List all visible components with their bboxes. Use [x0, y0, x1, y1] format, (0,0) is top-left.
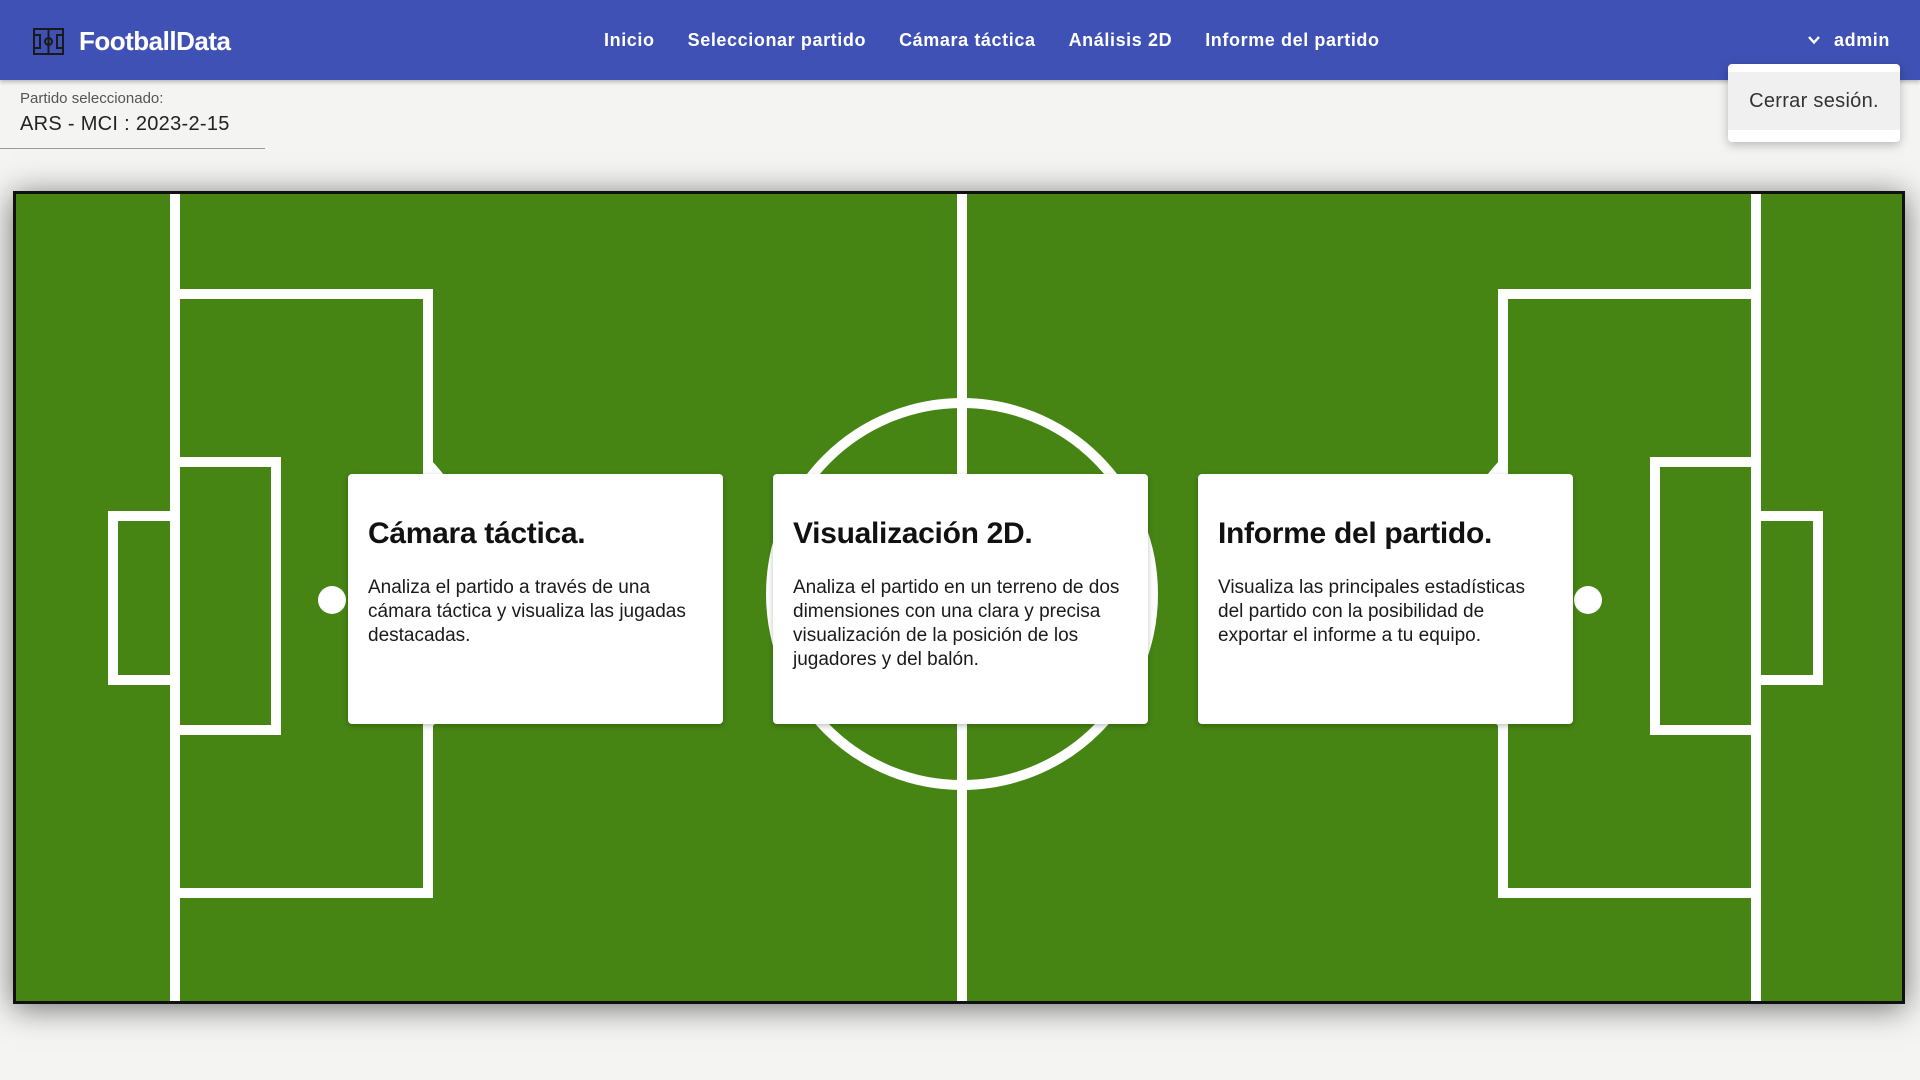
card-description: Analiza el partido en un terreno de dos …: [793, 577, 1120, 670]
main-nav: Inicio Seleccionar partido Cámara táctic…: [604, 0, 1380, 80]
user-name: admin: [1833, 29, 1890, 50]
selected-match-label: Partido seleccionado:: [20, 90, 164, 107]
card-description: Visualiza las principales estadísticas d…: [1218, 577, 1525, 646]
card-title: Visualización 2D.: [793, 517, 1033, 550]
card-description: Analiza el partido a través de una cámar…: [368, 577, 686, 646]
selected-match-value: ARS - MCI : 2023-2-15: [20, 113, 230, 135]
card-visualizacion-2d[interactable]: Visualización 2D. Analiza el partido en …: [773, 474, 1148, 724]
card-title: Informe del partido.: [1218, 517, 1493, 550]
card-informe-del-partido[interactable]: Informe del partido. Visualiza las princ…: [1198, 474, 1573, 724]
nav-seleccionar-partido[interactable]: Seleccionar partido: [688, 30, 866, 51]
chevron-down-icon: [1808, 36, 1820, 45]
nav-analisis-2d[interactable]: Análisis 2D: [1069, 30, 1173, 51]
nav-inicio[interactable]: Inicio: [604, 30, 655, 51]
user-dropdown-menu: Cerrar sesión.: [1728, 64, 1900, 142]
logout-menu-item[interactable]: Cerrar sesión.: [1728, 72, 1900, 130]
top-navbar: FootballData Inicio Seleccionar partido …: [0, 0, 1920, 80]
card-camara-tactica[interactable]: Cámara táctica. Analiza el partido a tra…: [348, 474, 723, 724]
brand-name: FootballData: [79, 25, 231, 56]
pitch-icon: [33, 27, 64, 55]
selected-match-field[interactable]: Partido seleccionado: ARS - MCI : 2023-2…: [0, 80, 265, 149]
card-title: Cámara táctica.: [368, 517, 586, 550]
nav-informe-del-partido[interactable]: Informe del partido: [1205, 30, 1379, 51]
nav-camara-tactica[interactable]: Cámara táctica: [899, 30, 1035, 51]
brand-logo[interactable]: FootballData: [33, 24, 231, 58]
